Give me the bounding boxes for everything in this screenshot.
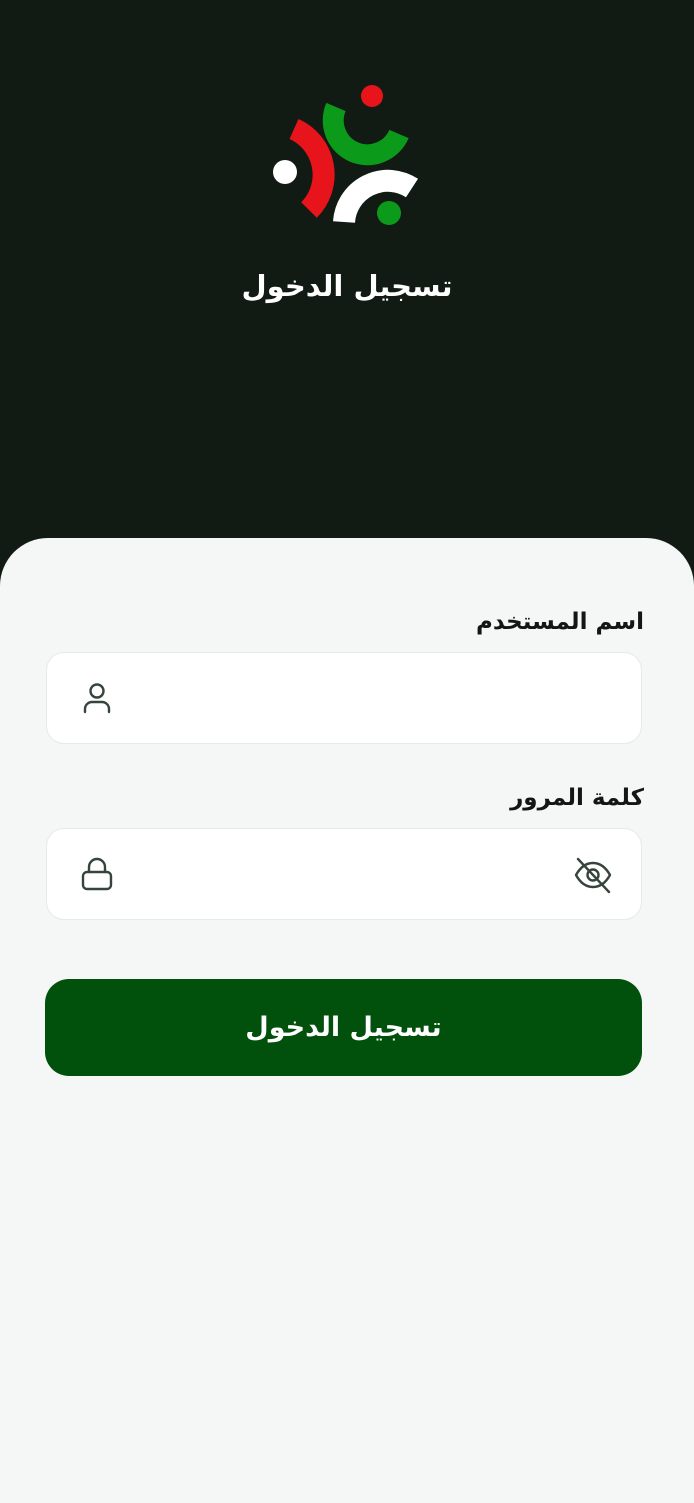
- username-field[interactable]: [46, 652, 642, 744]
- login-button[interactable]: تسجيل الدخول: [45, 979, 642, 1076]
- logo-red-dot: [361, 85, 383, 107]
- eye-off-icon[interactable]: [573, 855, 613, 895]
- user-icon: [79, 680, 115, 716]
- username-input[interactable]: [187, 653, 617, 743]
- lock-icon: [79, 856, 115, 892]
- page-title: تسجيل الدخول: [241, 269, 453, 303]
- password-input[interactable]: [187, 829, 531, 919]
- logo-red-arc: [289, 118, 335, 218]
- brand-logo-icon: [273, 85, 419, 225]
- logo-white-dot: [273, 160, 297, 184]
- logo-green-dot: [377, 201, 401, 225]
- password-field[interactable]: [46, 828, 642, 920]
- password-label: كلمة المرور: [510, 785, 644, 811]
- login-screen: تسجيل الدخول اسم المستخدم كلمة المرور تس…: [0, 0, 694, 1503]
- username-label: اسم المستخدم: [476, 609, 644, 635]
- logo-green-arc: [322, 102, 409, 166]
